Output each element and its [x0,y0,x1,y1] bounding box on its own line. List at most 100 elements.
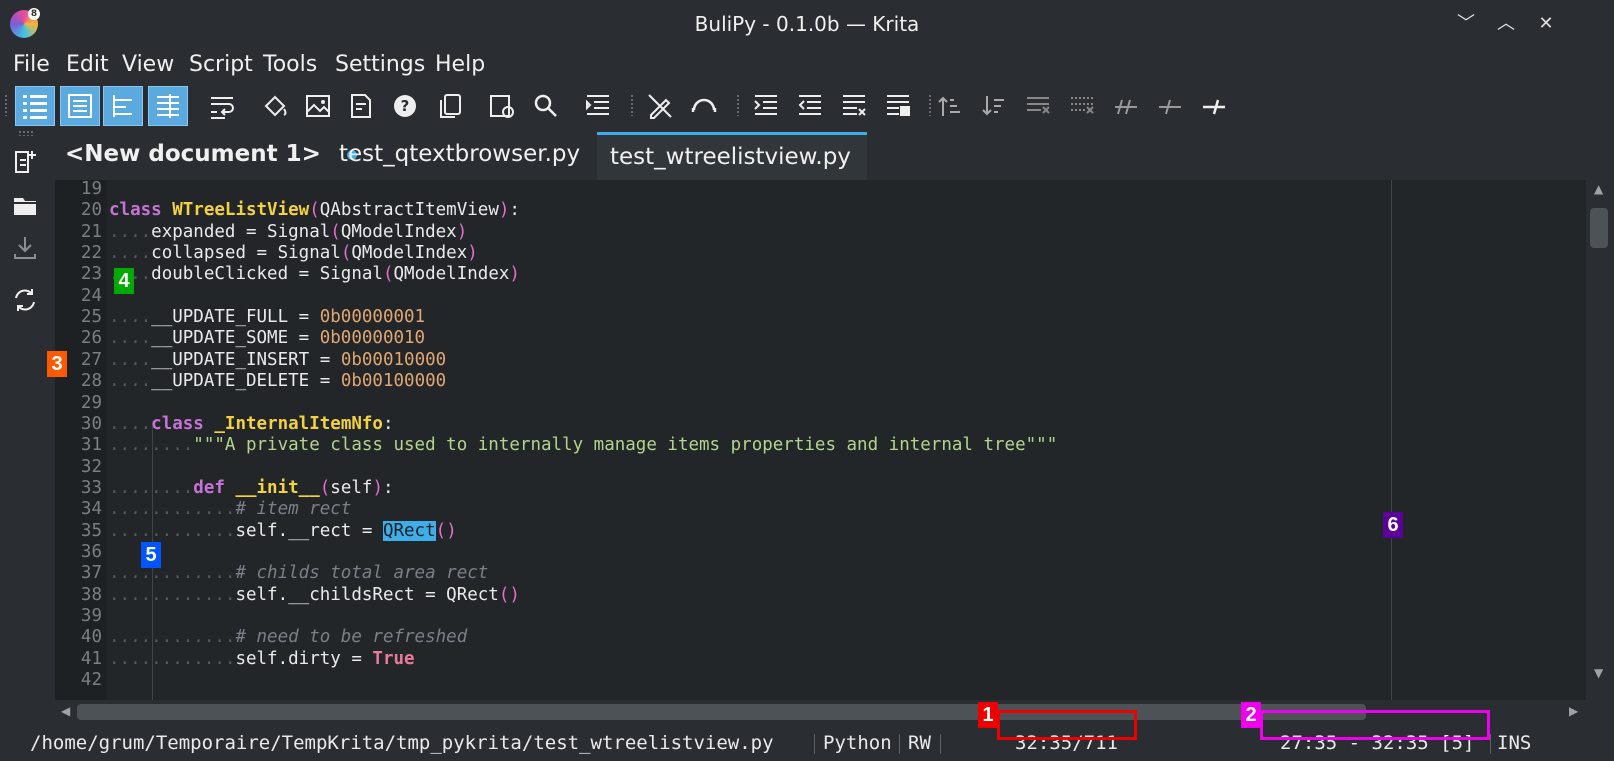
menu-file[interactable]: File [13,52,50,77]
line-number: 21 [80,221,102,242]
search-icon[interactable] [526,86,566,126]
code-text: ............self.dirty = True [109,648,415,669]
code-text: ............# childs total area rect [109,563,489,584]
line-number: 36 [80,541,102,562]
scroll-thumb[interactable] [77,704,1366,720]
insert-mode-indicator[interactable]: INS [1497,732,1531,754]
menu-edit[interactable]: Edit [66,52,109,77]
outline-view-icon[interactable] [15,86,55,126]
close-button[interactable]: ✕ [1534,12,1558,36]
settings-document-icon[interactable] [482,86,522,126]
document-list-icon[interactable] [60,86,100,126]
no-edit-icon[interactable] [640,86,680,126]
vertical-scrollbar[interactable]: ▲ ▼ [1586,180,1614,700]
structure-view-icon[interactable] [103,86,143,126]
unindent-icon[interactable] [790,86,830,126]
toolbar-handle[interactable] [4,94,8,116]
code-text: ............# need to be refreshed [109,627,468,648]
minimize-button[interactable]: ﹀ [1454,12,1478,36]
download-icon[interactable] [9,232,41,264]
tab-test-wtreelistview[interactable]: test_wtreelistview.py [597,132,867,180]
redo-curve-icon[interactable] [684,86,724,126]
marker-5: 5 [141,542,161,568]
line-number: 32 [80,456,102,477]
scroll-right-icon[interactable]: ▶ [1569,704,1578,718]
window-title: BuliPy - 0.1.0b — Krita [694,12,920,36]
toggle-comment-icon[interactable] [1106,86,1146,126]
line-number: 35 [80,520,102,541]
word-wrap-icon[interactable] [202,86,242,126]
menu-tools[interactable]: Tools [263,52,317,77]
code-text: ....__UPDATE_DELETE = 0b00100000 [109,371,447,392]
file-path: /home/grum/Temporaire/TempKrita/tmp_pykr… [30,732,774,754]
line-number: 23 [80,264,102,285]
line-number: 31 [80,435,102,456]
reload-icon[interactable] [9,284,41,316]
menu-script[interactable]: Script [189,52,253,77]
tab-new-document-1[interactable]: <New document 1> [65,132,357,180]
document-tabs: <New document 1> test_qtextbrowser.py te… [55,132,1614,180]
line-number: 37 [80,563,102,584]
line-number: 38 [80,584,102,605]
line-number: 29 [80,392,102,413]
menu-view[interactable]: View [122,52,174,77]
scroll-left-icon[interactable]: ◀ [61,704,70,718]
scroll-down-icon[interactable]: ▼ [1594,666,1603,680]
marker-2: 2 [1241,702,1261,728]
format-lines-icon[interactable] [878,86,918,126]
copy-icon[interactable] [430,86,470,126]
tab-test-qtextbrowser[interactable]: test_qtextbrowser.py [339,132,580,180]
line-number: 25 [80,307,102,328]
tab-label: test_wtreelistview.py [610,144,851,170]
paint-bucket-icon[interactable] [255,86,295,126]
marker-4: 4 [114,268,134,294]
language-indicator[interactable]: Python [823,732,892,754]
code-text: ....doubleClicked = Signal(QModelIndex) [109,264,520,285]
indent-icon[interactable] [746,86,786,126]
help-icon[interactable]: ? [385,86,425,126]
remove-whitespace-icon[interactable] [1062,86,1102,126]
sort-ascending-icon[interactable] [930,86,970,126]
menu-bar: File Edit View Script Tools Settings Hel… [0,48,1614,82]
marker-1: 1 [978,702,998,728]
line-number: 39 [80,606,102,626]
sort-descending-icon[interactable] [974,86,1014,126]
menu-help[interactable]: Help [435,52,485,77]
scroll-up-icon[interactable]: ▲ [1594,182,1603,196]
line-number: 40 [80,627,102,648]
comment-icon[interactable] [1150,86,1190,126]
open-folder-icon[interactable] [9,190,41,222]
title-bar: 8 BuliPy - 0.1.0b — Krita ﹀ ︿ ✕ [0,0,1614,48]
maximize-button[interactable]: ︿ [1494,12,1518,36]
line-number: 42 [80,670,102,691]
format-list-icon[interactable] [834,86,874,126]
menu-settings[interactable]: Settings [335,52,425,77]
remove-lines-icon[interactable] [1018,86,1058,126]
line-number: 30 [80,413,102,434]
svg-text:?: ? [401,97,410,115]
code-text: class WTreeListView(QAbstractItemView): [109,200,520,221]
document-edit-icon[interactable] [341,86,381,126]
highlight-box-1 [997,710,1137,740]
new-document-icon[interactable] [9,146,41,178]
marker-3: 3 [47,351,67,377]
code-text: ............self.__rect = QRect() [109,520,457,541]
sort-lines-icon[interactable] [578,86,618,126]
code-editor[interactable]: 19 20 class WTreeListView(QAbstractItemVie… [55,180,1586,700]
code-text: ........def __init__(self): [109,477,394,498]
line-number: 34 [80,499,102,520]
code-text: ........"""A private class used to inter… [109,435,1058,456]
line-number: 19 [80,180,102,199]
scroll-thumb[interactable] [1590,208,1608,248]
line-number: 24 [80,285,102,306]
toolbar: ? [0,82,1614,130]
highlight-box-2 [1260,710,1490,740]
code-text: ....__UPDATE_INSERT = 0b00010000 [109,349,447,370]
right-margin-line [1391,180,1392,700]
uncomment-icon[interactable] [1194,86,1234,126]
split-view-icon[interactable] [148,86,188,126]
side-toolbar [0,130,50,720]
code-text: ....__UPDATE_SOME = 0b00000010 [109,328,426,349]
image-icon[interactable] [298,86,338,126]
code-text: ............# item rect [109,499,352,520]
